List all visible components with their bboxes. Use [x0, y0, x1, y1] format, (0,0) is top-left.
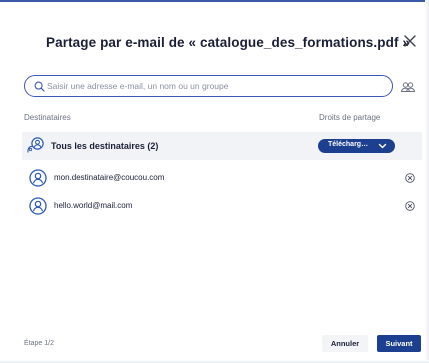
- sharing-rights-dropdown[interactable]: Télécharg…: [318, 139, 395, 153]
- sharing-rights-value: Télécharg…: [328, 141, 369, 148]
- remove-circle-icon[interactable]: [405, 173, 415, 183]
- cancel-button[interactable]: Annuler: [322, 335, 368, 352]
- recipient-email: hello.world@mail.com: [54, 201, 133, 210]
- all-recipients-row: Tous les destinataires (2) Télécharg…: [22, 132, 422, 160]
- chevron-down-icon: [378, 143, 387, 149]
- dialog-shadow-right: [425, 0, 429, 363]
- recipient-row: mon.destinataire@coucou.com: [22, 167, 422, 189]
- step-indicator: Étape 1/2: [24, 340, 54, 347]
- rights-column-header: Droits de partage: [319, 113, 381, 122]
- window-top-edge: [0, 0, 429, 2]
- group-users-icon: [27, 137, 44, 153]
- all-recipients-label: Tous les destinataires (2): [51, 141, 159, 151]
- recipient-search-field[interactable]: [24, 75, 393, 97]
- recipients-column-header: Destinataires: [24, 113, 71, 122]
- search-icon: [34, 81, 45, 92]
- recipient-search-input[interactable]: [47, 76, 387, 96]
- recipient-email: mon.destinataire@coucou.com: [54, 173, 165, 182]
- close-icon[interactable]: [403, 34, 417, 48]
- next-button[interactable]: Suivant: [377, 335, 421, 352]
- contacts-icon[interactable]: [400, 79, 416, 95]
- recipient-row: hello.world@mail.com: [22, 195, 422, 217]
- user-avatar-icon: [29, 169, 47, 187]
- dialog-title: Partage par e-mail de « catalogue_des_fo…: [46, 35, 411, 50]
- remove-circle-icon[interactable]: [405, 201, 415, 211]
- user-avatar-icon: [29, 197, 47, 215]
